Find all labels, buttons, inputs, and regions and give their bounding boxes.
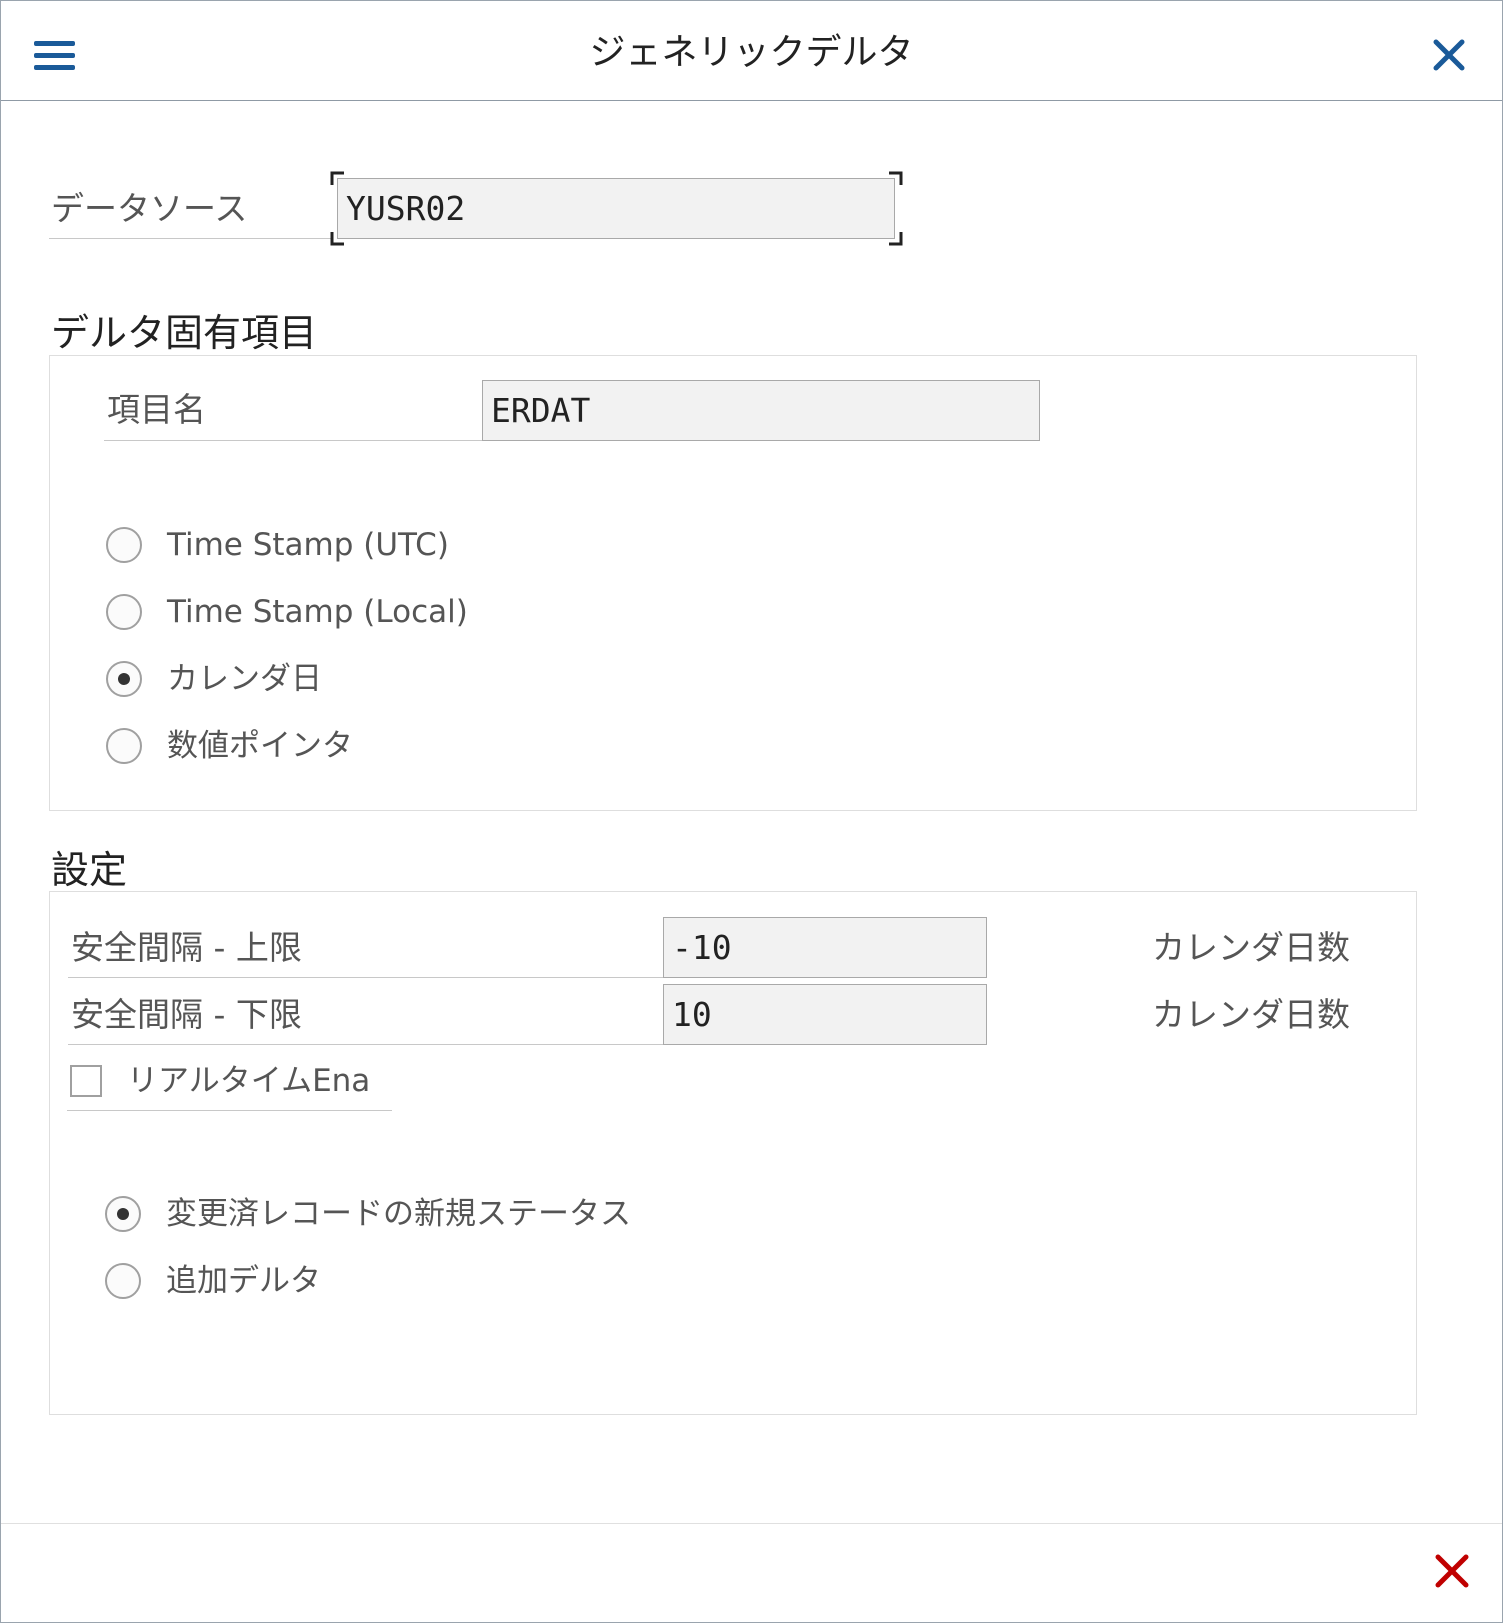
delta-field-panel: 項目名 ERDAT Time Stamp (UTC) Time Stamp (L… [49,355,1417,811]
dialog-header: ジェネリックデルタ [1,1,1502,101]
generic-delta-dialog: ジェネリックデルタ データソース YUSR02 デルタ固有項目 項目名 ERDA… [0,0,1503,1623]
upper-limit-field[interactable]: -10 [663,917,987,978]
radio-button[interactable] [106,527,142,563]
radio-label: Time Stamp (Local) [167,594,468,630]
realtime-underline [67,1110,392,1111]
field-name-label: 項目名 [107,390,206,429]
radio-additive-delta[interactable]: 追加デルタ [105,1256,625,1306]
focus-bracket-frame [330,171,903,246]
realtime-checkbox[interactable] [70,1065,102,1097]
upper-limit-label: 安全間隔 - 上限 [71,928,302,967]
settings-panel: 安全間隔 - 上限 -10 カレンダ日数 安全間隔 - 下限 10 カレンダ日数 [49,891,1417,1415]
lower-limit-unit: カレンダ日数 [1152,995,1350,1034]
radio-timestamp-utc[interactable]: Time Stamp (UTC) [106,520,526,570]
upper-limit-unit: カレンダ日数 [1152,928,1350,967]
radio-button[interactable] [105,1263,141,1299]
dialog-title: ジェネリックデルタ [589,32,914,73]
radio-button-selected[interactable] [105,1196,141,1232]
cancel-icon[interactable] [1434,1553,1470,1589]
lower-limit-underline [68,1044,713,1045]
field-name-label-underline [104,440,530,441]
upper-limit-underline [68,977,713,978]
close-icon[interactable] [1431,37,1467,73]
radio-label: カレンダ日 [167,661,322,697]
lower-limit-field[interactable]: 10 [663,984,987,1045]
footer-divider [1,1523,1502,1524]
realtime-label: リアルタイムEna [127,1063,371,1099]
settings-section-title: 設定 [51,848,128,892]
field-name-field[interactable]: ERDAT [482,380,1040,441]
radio-calendar-day[interactable]: カレンダ日 [106,654,526,704]
radio-label: Time Stamp (UTC) [167,527,449,563]
datasource-label-underline [49,238,331,239]
lower-limit-label: 安全間隔 - 下限 [71,995,302,1034]
radio-button-selected[interactable] [106,661,142,697]
radio-button[interactable] [106,728,142,764]
radio-label: 追加デルタ [166,1263,321,1299]
radio-label: 変更済レコードの新規ステータス [166,1196,631,1232]
radio-label: 数値ポインタ [167,728,353,764]
radio-button[interactable] [106,594,142,630]
radio-new-status-changed-records[interactable]: 変更済レコードの新規ステータス [105,1189,631,1239]
radio-numeric-pointer[interactable]: 数値ポインタ [106,721,526,771]
radio-timestamp-local[interactable]: Time Stamp (Local) [106,587,526,637]
delta-field-section-title: デルタ固有項目 [51,311,318,355]
datasource-label: データソース [51,189,248,228]
